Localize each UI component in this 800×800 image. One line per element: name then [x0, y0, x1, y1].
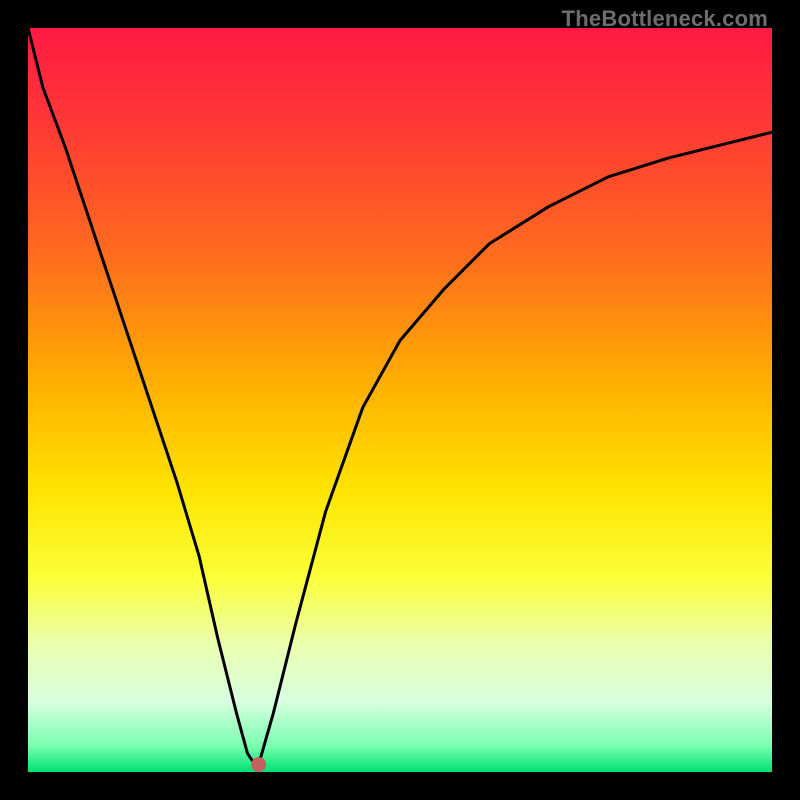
chart-svg: [28, 28, 772, 772]
watermark-text: TheBottleneck.com: [562, 6, 768, 32]
bottleneck-curve: [28, 28, 772, 765]
chart-frame: TheBottleneck.com: [0, 0, 800, 800]
plot-area: [28, 28, 772, 772]
optimal-point-marker: [251, 757, 266, 772]
